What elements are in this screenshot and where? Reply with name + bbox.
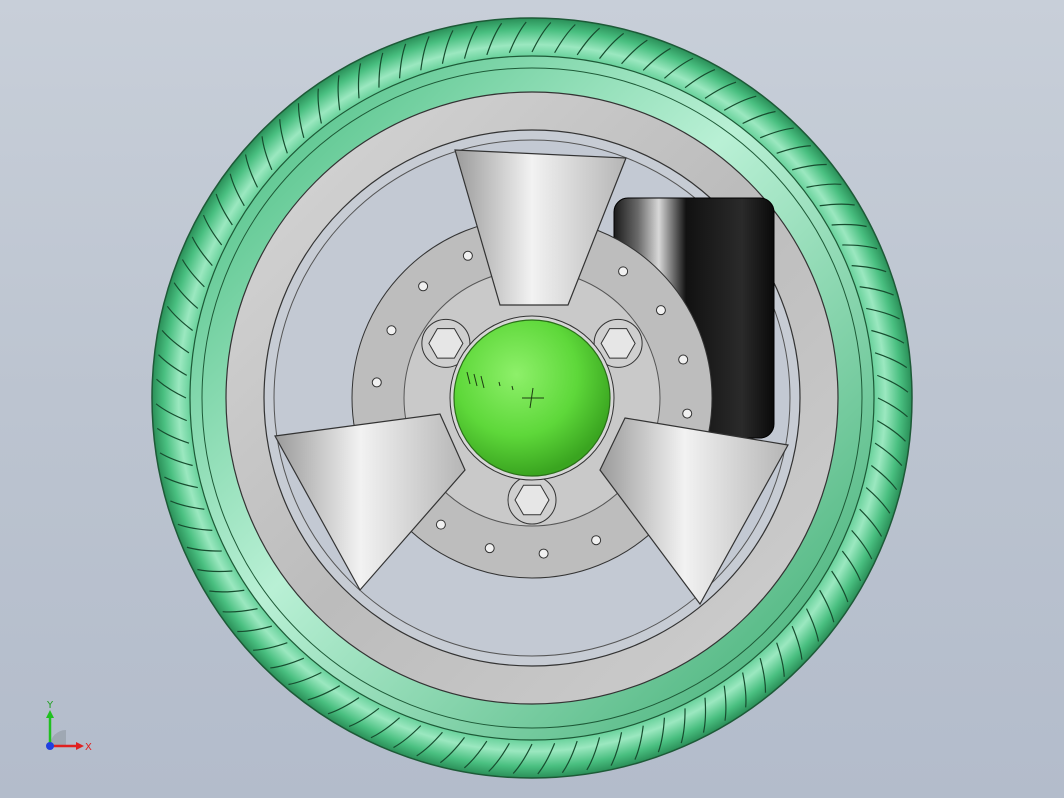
graphics-viewport[interactable]: Y X: [0, 0, 1064, 798]
disc-hole: [435, 519, 446, 530]
disc-hole: [386, 325, 397, 336]
wheel-model[interactable]: [0, 0, 1064, 798]
disc-hole: [655, 305, 666, 316]
disc-hole: [678, 354, 689, 365]
coordinate-triad: Y X: [46, 700, 92, 753]
disc-hole: [484, 543, 495, 554]
x-axis-label: X: [85, 742, 92, 753]
disc-hole: [371, 377, 382, 388]
disc-hole: [418, 281, 429, 292]
y-axis-label: Y: [46, 700, 54, 711]
disc-hole: [591, 535, 602, 546]
z-axis-dot: [46, 742, 54, 750]
disc-hole: [682, 408, 693, 419]
hub-bolt: [507, 475, 557, 525]
disc-hole: [462, 250, 473, 261]
hub-cap: [449, 315, 615, 481]
disc-hole: [538, 548, 549, 559]
disc-hole: [618, 266, 629, 277]
